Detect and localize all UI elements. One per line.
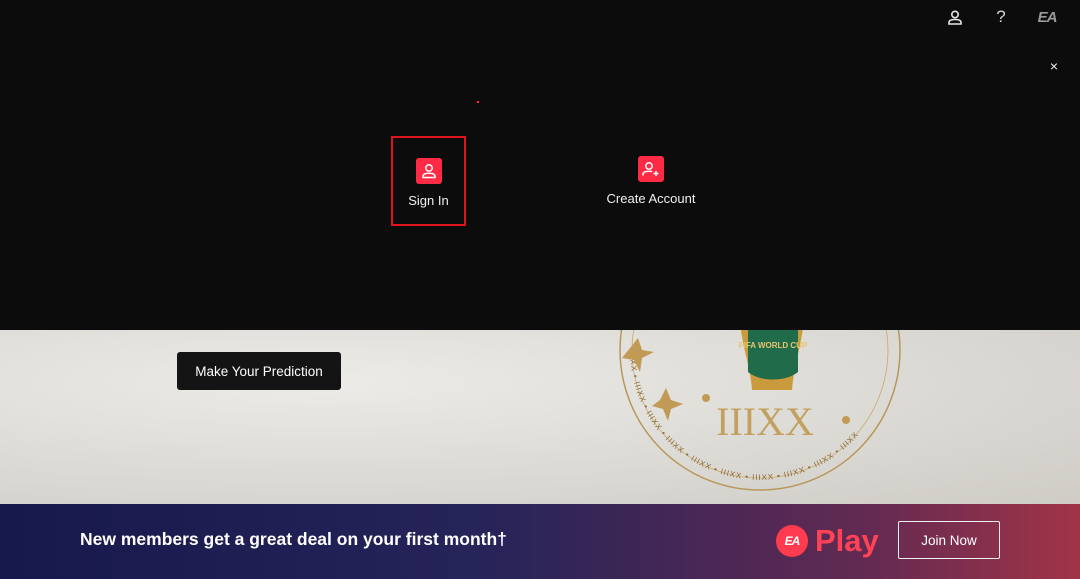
top-utility-bar: ? EA <box>944 6 1058 28</box>
world-cup-artwork: IIIXX • IIIXX • IIIXX • IIIXX • IIIXX • … <box>619 330 901 491</box>
roman-numeral: IIIXX <box>716 399 814 444</box>
ea-play-logo: EA Play <box>776 523 879 559</box>
ea-play-wordmark: Play <box>815 523 879 558</box>
add-user-icon <box>638 156 664 182</box>
ea-logo-badge: EA <box>776 525 808 557</box>
ea-play-promo-banner: New members get a great deal on your fir… <box>0 504 1080 579</box>
ea-logo[interactable]: EA <box>1036 6 1058 28</box>
sign-in-label: Sign In <box>408 193 449 208</box>
create-account-label: Create Account <box>606 191 696 206</box>
make-prediction-button[interactable]: Make Your Prediction <box>177 352 341 390</box>
promo-text: New members get a great deal on your fir… <box>80 529 507 549</box>
sign-in-button[interactable]: Sign In <box>391 136 466 226</box>
hero-banner: IIIXX • IIIXX • IIIXX • IIIXX • IIIXX • … <box>0 330 1080 504</box>
create-account-button[interactable]: Create Account <box>598 156 704 206</box>
user-icon <box>415 158 442 184</box>
account-overlay: ? EA × Sign In Create Account <box>0 0 1080 330</box>
decorative-dot <box>477 101 479 103</box>
user-icon[interactable] <box>944 6 966 28</box>
help-icon[interactable]: ? <box>990 6 1012 28</box>
join-now-button[interactable]: Join Now <box>898 521 1000 559</box>
trophy-text: FIFA WORLD CUP <box>739 341 808 350</box>
close-icon[interactable]: × <box>1050 58 1058 74</box>
